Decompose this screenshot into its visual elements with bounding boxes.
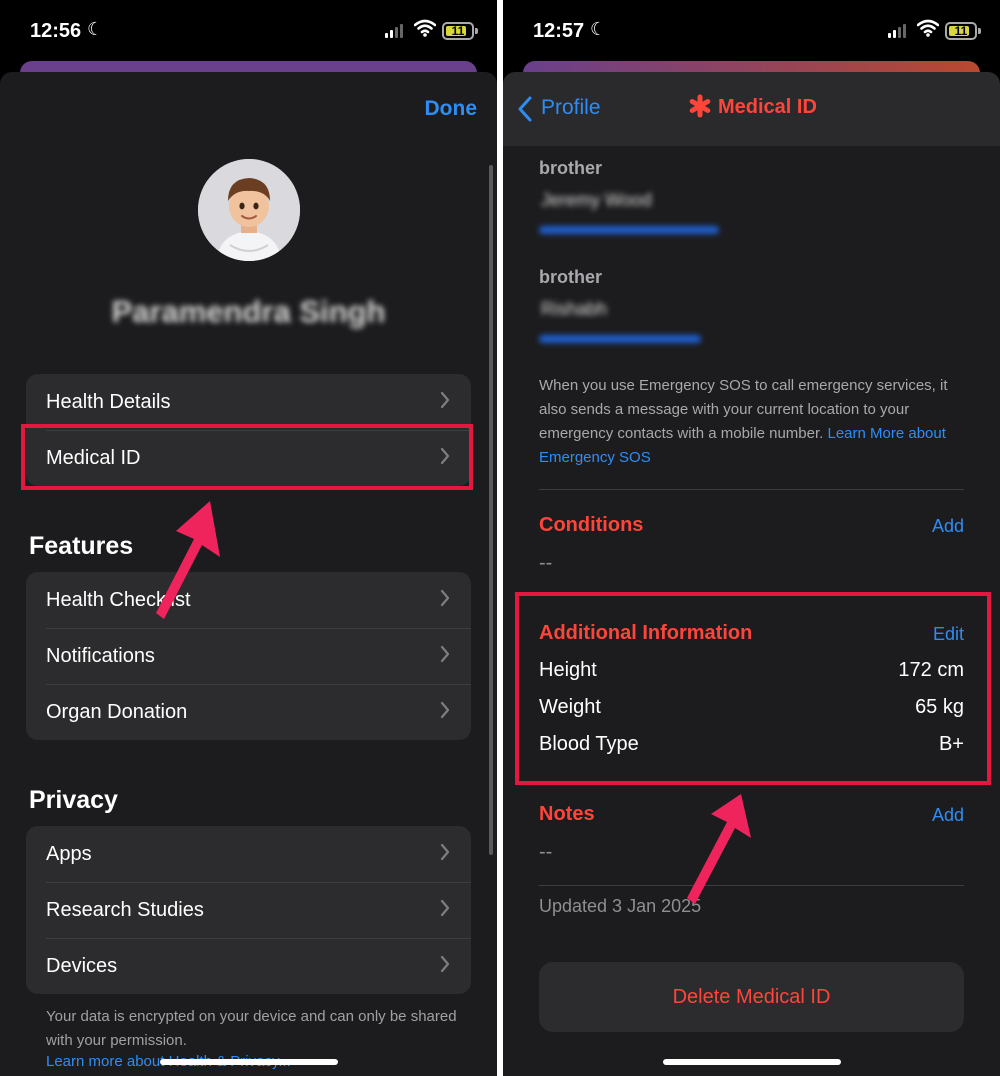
profile-sheet: Done Paramendra Singh Health Details Med… <box>0 72 497 1076</box>
pointer-arrow-icon <box>687 794 751 904</box>
profile-name: Paramendra Singh <box>111 294 386 329</box>
nav-title: Medical ID <box>718 96 817 118</box>
avatar[interactable] <box>198 159 300 261</box>
row-label: Notifications <box>46 645 155 667</box>
contact-name-blurred: Jeremy Wood <box>541 190 652 210</box>
row-organ-donation[interactable]: Organ Donation <box>26 684 471 740</box>
contact-phone-blurred[interactable] <box>539 335 701 343</box>
section-title-features: Features <box>29 532 134 560</box>
status-bar: 12:56 ☾ 11 <box>0 0 497 64</box>
done-button[interactable]: Done <box>425 97 478 121</box>
cellular-signal-icon <box>385 22 407 38</box>
pointer-arrow-icon <box>156 501 220 619</box>
status-bar: 12:57 ☾ 11 <box>503 0 1000 64</box>
row-label: Health Details <box>46 391 171 413</box>
wifi-icon <box>414 19 436 37</box>
contact-relation: brother <box>539 267 602 287</box>
divider <box>539 489 964 490</box>
contact-phone-blurred[interactable] <box>539 226 719 234</box>
conditions-title: Conditions <box>539 514 644 536</box>
chevron-right-icon <box>440 589 450 607</box>
highlight-box-additional-info <box>515 592 991 785</box>
privacy-footnote: Your data is encrypted on your device an… <box>46 1008 457 1049</box>
memoji-avatar-icon <box>198 159 300 261</box>
chevron-right-icon <box>440 955 450 973</box>
cellular-signal-icon <box>888 22 910 38</box>
row-notifications[interactable]: Notifications <box>26 628 471 684</box>
moon-icon: ☾ <box>87 19 104 39</box>
row-label: Research Studies <box>46 899 204 921</box>
battery-icon: 11 <box>442 22 478 40</box>
back-button[interactable]: Profile <box>541 96 601 120</box>
contact-relation: brother <box>539 158 602 178</box>
section-title-privacy: Privacy <box>29 786 118 814</box>
notes-add-button[interactable]: Add <box>932 805 964 826</box>
status-time: 12:57 <box>533 20 585 42</box>
home-indicator[interactable] <box>663 1059 841 1065</box>
right-screen: 12:57 ☾ 11 Profile Medical ID brother Je… <box>503 0 1000 1076</box>
battery-level: 11 <box>451 24 465 38</box>
wifi-icon <box>917 19 939 37</box>
chevron-right-icon <box>440 391 450 409</box>
battery-level: 11 <box>954 24 968 38</box>
notes-title: Notes <box>539 803 595 825</box>
row-health-checklist[interactable]: Health Checklist <box>26 572 471 628</box>
conditions-value: -- <box>539 552 553 574</box>
moon-icon: ☾ <box>590 19 607 39</box>
row-label: Apps <box>46 843 92 865</box>
row-apps[interactable]: Apps <box>26 826 471 882</box>
row-devices[interactable]: Devices <box>26 938 471 994</box>
updated-date: Updated 3 Jan 2025 <box>539 896 702 916</box>
features-group: Health Checklist Notifications Organ Don… <box>26 572 471 740</box>
sos-description: When you use Emergency SOS to call emerg… <box>539 374 964 470</box>
conditions-add-button[interactable]: Add <box>932 516 964 537</box>
contact-name-blurred: Rishabh <box>541 299 608 319</box>
scrollbar[interactable] <box>489 165 493 855</box>
row-research-studies[interactable]: Research Studies <box>26 882 471 938</box>
row-label: Organ Donation <box>46 701 188 723</box>
notes-value: -- <box>539 841 553 863</box>
battery-icon: 11 <box>945 22 981 40</box>
chevron-right-icon <box>440 701 450 719</box>
status-time: 12:56 <box>30 20 82 42</box>
row-label: Devices <box>46 955 118 977</box>
nav-bar: Profile Medical ID <box>503 72 1000 146</box>
delete-medical-id-button[interactable]: Delete Medical ID <box>539 962 964 1032</box>
row-health-details[interactable]: Health Details <box>26 374 471 430</box>
medical-id-sheet: Profile Medical ID brother Jeremy Wood b… <box>503 72 1000 1076</box>
chevron-right-icon <box>440 843 450 861</box>
chevron-left-icon[interactable] <box>515 94 535 124</box>
highlight-box-medical-id <box>21 424 473 490</box>
privacy-group: Apps Research Studies Devices <box>26 826 471 994</box>
chevron-right-icon <box>440 645 450 663</box>
chevron-right-icon <box>440 899 450 917</box>
home-indicator[interactable] <box>160 1059 338 1065</box>
medical-asterisk-icon <box>689 94 711 118</box>
left-screen: 12:56 ☾ 11 Done Paramendra Singh Health … <box>0 0 497 1076</box>
